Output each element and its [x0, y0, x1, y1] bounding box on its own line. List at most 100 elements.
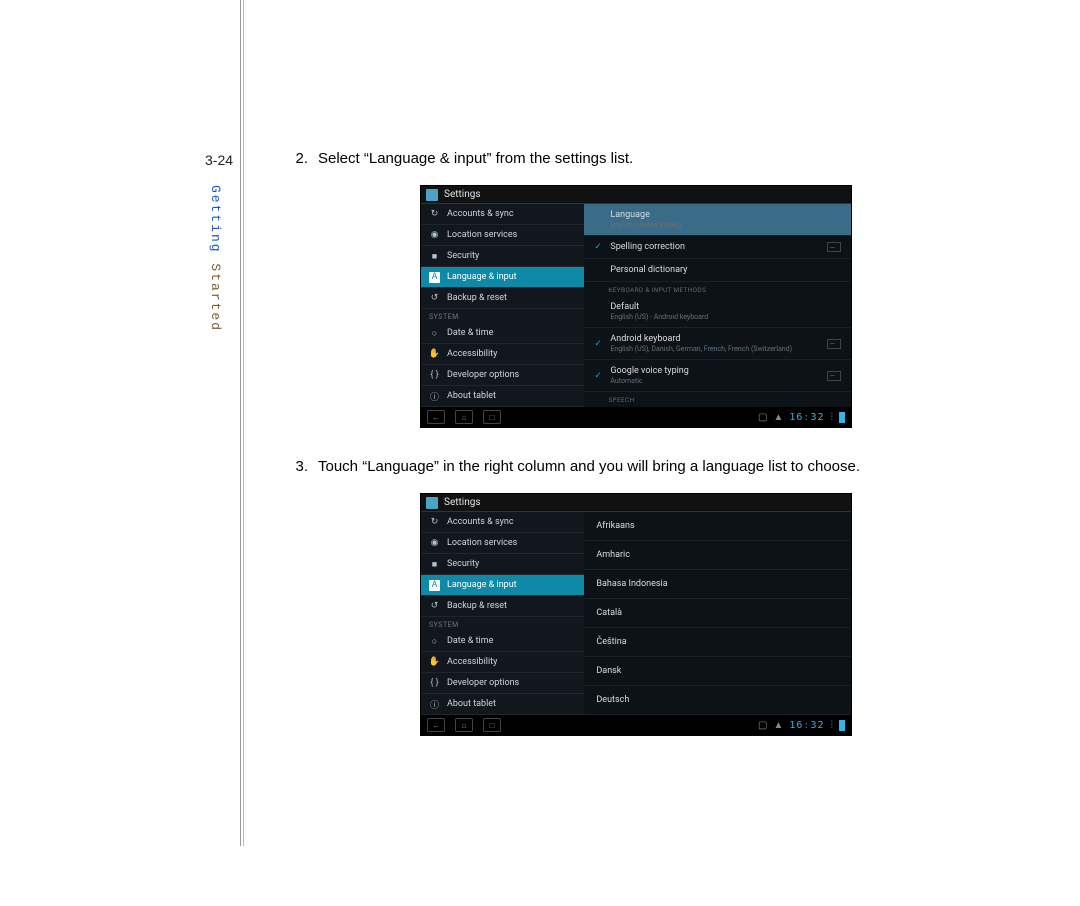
menu-security[interactable]: ■ Security — [421, 554, 584, 575]
menu-label: Security — [447, 559, 479, 569]
language-option[interactable]: Dansk — [584, 657, 851, 686]
menu-label: Backup & reset — [447, 601, 507, 611]
screenshot-language-list: Settings ↻ Accounts & sync ◉ Location se… — [420, 493, 852, 736]
language-option[interactable]: Català — [584, 599, 851, 628]
menu-label: Date & time — [447, 636, 493, 646]
menu-accounts-sync[interactable]: ↻ Accounts & sync — [421, 512, 584, 533]
info-icon: ⓘ — [429, 391, 440, 402]
row-sub: English (US) - Android keyboard — [610, 313, 841, 321]
menu-label: Developer options — [447, 370, 519, 380]
app-titlebar: Settings — [421, 186, 851, 204]
menu-security[interactable]: ■ Security — [421, 246, 584, 267]
app-title: Settings — [444, 497, 481, 508]
language-option[interactable]: Čeština — [584, 628, 851, 657]
language-option[interactable]: Bahasa Indonesia — [584, 570, 851, 599]
reset-icon: ↺ — [429, 601, 440, 612]
margin-rule — [240, 0, 241, 846]
menu-label: Location services — [447, 538, 517, 548]
clock-icon: ○ — [429, 636, 440, 647]
menu-about-tablet[interactable]: ⓘ About tablet — [421, 694, 584, 715]
menu-language-input[interactable]: A Language & input — [421, 267, 584, 288]
row-title: Personal dictionary — [610, 265, 841, 275]
settings-slider-icon[interactable] — [827, 371, 841, 381]
section-title-vertical: Getting Started — [208, 185, 223, 332]
row-personal-dictionary[interactable]: Personal dictionary — [584, 259, 851, 282]
menu-backup-reset[interactable]: ↺ Backup & reset — [421, 288, 584, 309]
row-language[interactable]: Language English (United States) — [584, 204, 851, 236]
menu-label: Date & time — [447, 328, 493, 338]
lock-icon: ■ — [429, 559, 440, 570]
menu-label: Accessibility — [447, 657, 497, 667]
step-number: 2. — [290, 150, 318, 167]
page-number: 3-24 — [205, 152, 233, 168]
clock-icon: ○ — [429, 328, 440, 339]
photo-icon: ▢ — [758, 720, 767, 731]
menu-about-tablet[interactable]: ⓘ About tablet — [421, 386, 584, 407]
settings-icon — [426, 189, 438, 201]
section-system-label: SYSTEM — [421, 617, 584, 631]
system-statusbar: ← ⌂ □ ▢ ▲ 16:32 ⫶ — [421, 715, 851, 735]
row-google-voice-typing[interactable]: ✓ Google voice typing Automatic — [584, 360, 851, 392]
back-button[interactable]: ← — [427, 410, 445, 424]
back-button[interactable]: ← — [427, 718, 445, 732]
row-default-keyboard[interactable]: Default English (US) - Android keyboard — [584, 296, 851, 328]
status-clock: 16:32 — [789, 412, 824, 423]
settings-slider-icon[interactable] — [827, 339, 841, 349]
language-option[interactable]: Amharic — [584, 541, 851, 570]
warning-icon: ▲ — [773, 412, 783, 423]
battery-icon — [839, 720, 845, 731]
home-button[interactable]: ⌂ — [455, 718, 473, 732]
check-icon: ✓ — [594, 371, 608, 381]
menu-location-services[interactable]: ◉ Location services — [421, 533, 584, 554]
screenshot-settings-language-input: Settings ↻ Accounts & sync ◉ Location se… — [420, 185, 852, 428]
row-title: Google voice typing — [610, 366, 827, 376]
step-item: 2. Select “Language & input” from the se… — [290, 150, 1050, 167]
info-icon: ⓘ — [429, 699, 440, 710]
menu-accessibility[interactable]: ✋ Accessibility — [421, 344, 584, 365]
row-title: Spelling correction — [610, 242, 827, 252]
check-icon: ✓ — [594, 339, 608, 349]
home-button[interactable]: ⌂ — [455, 410, 473, 424]
menu-accessibility[interactable]: ✋ Accessibility — [421, 652, 584, 673]
menu-developer-options[interactable]: { } Developer options — [421, 673, 584, 694]
settings-left-pane: ↻ Accounts & sync ◉ Location services ■ … — [421, 204, 584, 407]
menu-accounts-sync[interactable]: ↻ Accounts & sync — [421, 204, 584, 225]
step-number: 3. — [290, 458, 318, 475]
row-title: Android keyboard — [610, 334, 827, 344]
step-text: Select “Language & input” from the setti… — [318, 150, 1050, 167]
hand-icon: ✋ — [429, 349, 440, 360]
menu-label: Language & input — [447, 272, 517, 282]
section-system-label: SYSTEM — [421, 309, 584, 323]
reset-icon: ↺ — [429, 293, 440, 304]
braces-icon: { } — [429, 678, 440, 689]
recent-apps-button[interactable]: □ — [483, 718, 501, 732]
row-android-keyboard[interactable]: ✓ Android keyboard English (US), Danish,… — [584, 328, 851, 360]
settings-left-pane: ↻ Accounts & sync ◉ Location services ■ … — [421, 512, 584, 715]
menu-date-time[interactable]: ○ Date & time — [421, 631, 584, 652]
page-content: 2. Select “Language & input” from the se… — [290, 150, 1050, 766]
menu-label: About tablet — [447, 391, 496, 401]
language-option[interactable]: Deutsch — [584, 686, 851, 715]
menu-language-input[interactable]: A Language & input — [421, 575, 584, 596]
row-spelling-correction[interactable]: ✓ Spelling correction — [584, 236, 851, 259]
language-option[interactable]: Afrikaans — [584, 512, 851, 541]
braces-icon: { } — [429, 370, 440, 381]
step-text: Touch “Language” in the right column and… — [318, 458, 1050, 475]
language-a-icon: A — [429, 580, 440, 591]
warning-icon: ▲ — [773, 720, 783, 731]
row-title: Default — [610, 302, 841, 312]
menu-label: Language & input — [447, 580, 517, 590]
menu-developer-options[interactable]: { } Developer options — [421, 365, 584, 386]
status-clock: 16:32 — [789, 720, 824, 731]
margin-rule-inner — [243, 0, 244, 846]
menu-backup-reset[interactable]: ↺ Backup & reset — [421, 596, 584, 617]
menu-location-services[interactable]: ◉ Location services — [421, 225, 584, 246]
settings-slider-icon[interactable] — [827, 242, 841, 252]
menu-label: Developer options — [447, 678, 519, 688]
row-sub: English (United States) — [610, 221, 841, 229]
language-a-icon: A — [429, 272, 440, 283]
recent-apps-button[interactable]: □ — [483, 410, 501, 424]
menu-date-time[interactable]: ○ Date & time — [421, 323, 584, 344]
menu-label: Accessibility — [447, 349, 497, 359]
photo-icon: ▢ — [758, 412, 767, 423]
